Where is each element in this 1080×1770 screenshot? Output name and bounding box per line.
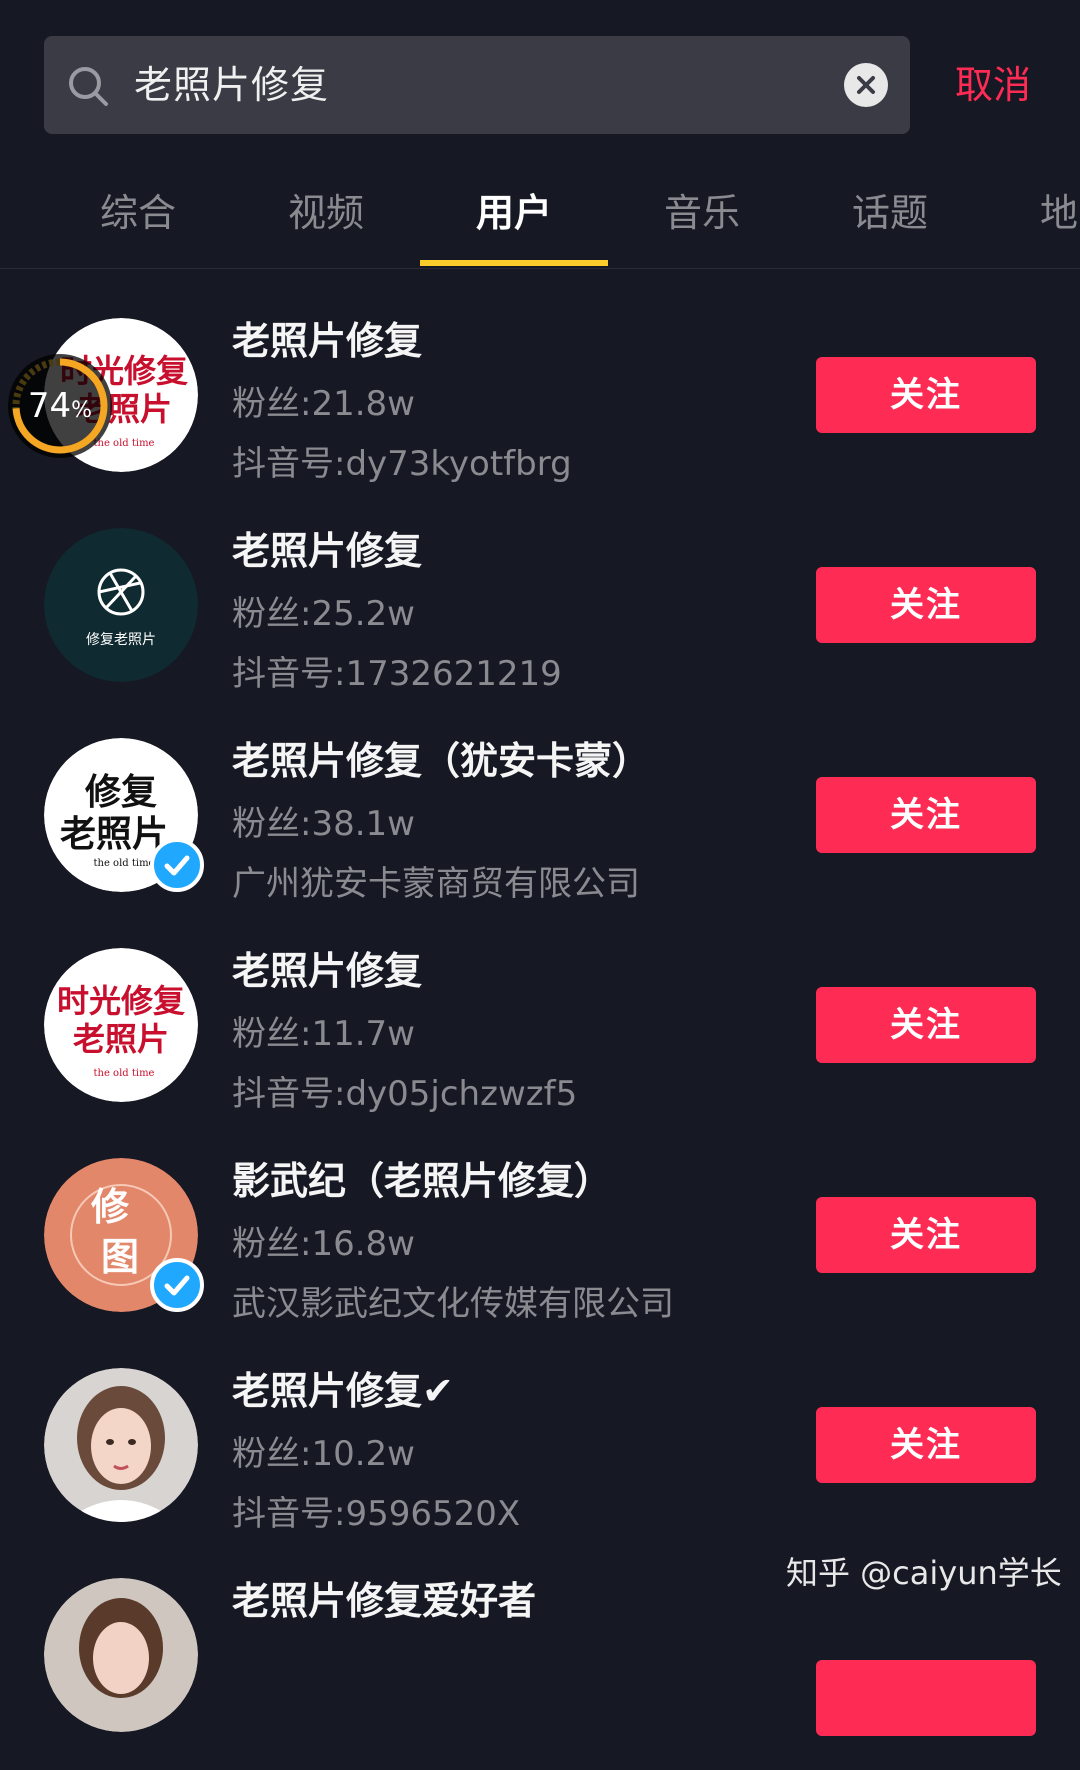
user-fans: 粉丝:38.1w bbox=[232, 804, 415, 844]
follow-button[interactable]: 关注 bbox=[816, 567, 1036, 643]
verified-badge-icon bbox=[150, 1258, 204, 1312]
progress-value: 74 bbox=[27, 386, 72, 426]
user-id: 抖音号:dy05jchzwzf5 bbox=[232, 1074, 578, 1114]
avatar-caption: the old time bbox=[94, 1068, 155, 1079]
user-fans: 粉丝:10.2w bbox=[232, 1434, 415, 1474]
user-company: 广州犹安卡蒙商贸有限公司 bbox=[232, 864, 640, 904]
avatar-text: 时光修复 bbox=[57, 982, 185, 1020]
tab-general[interactable]: 综合 bbox=[44, 168, 232, 268]
divider bbox=[0, 268, 1080, 269]
user-id: 抖音号:9596520X bbox=[232, 1494, 521, 1534]
follow-button[interactable]: 关注 bbox=[816, 987, 1036, 1063]
active-tab-indicator bbox=[420, 260, 608, 266]
tab-users[interactable]: 用户 bbox=[420, 168, 608, 268]
search-input[interactable]: 老照片修复 bbox=[134, 36, 329, 134]
progress-unit: % bbox=[71, 398, 93, 423]
user-name[interactable]: 老照片修复 bbox=[232, 940, 422, 995]
search-icon bbox=[66, 64, 110, 108]
user-name[interactable]: 老照片修复 bbox=[232, 310, 422, 365]
portrait-photo bbox=[44, 1578, 198, 1732]
user-fans: 粉丝:11.7w bbox=[232, 1014, 415, 1054]
tab-topics[interactable]: 话题 bbox=[796, 168, 984, 268]
follow-button[interactable] bbox=[816, 1660, 1036, 1736]
search-bar[interactable]: 老照片修复 bbox=[44, 36, 910, 134]
user-fans: 粉丝:21.8w bbox=[232, 384, 415, 424]
user-row[interactable]: 老照片修复✔ 粉丝:10.2w 抖音号:9596520X 关注 bbox=[0, 1350, 1080, 1560]
avatar[interactable] bbox=[44, 1578, 198, 1732]
follow-button[interactable]: 关注 bbox=[816, 1407, 1036, 1483]
user-row[interactable]: 修 图 影武纪（老照片修复） 粉丝:16.8w 武汉影武纪文化传媒有限公司 关注 bbox=[0, 1140, 1080, 1350]
avatar-text: 修复老照片 bbox=[86, 631, 156, 648]
watermark: 知乎 @caiyun学长 bbox=[786, 1554, 1062, 1592]
user-fans: 粉丝:25.2w bbox=[232, 594, 415, 634]
avatar-text: 图 bbox=[101, 1234, 139, 1279]
avatar-text: 老照片 bbox=[73, 1020, 169, 1058]
user-name[interactable]: 影武纪（老照片修复） bbox=[232, 1150, 612, 1205]
avatar-caption: the old time bbox=[94, 858, 155, 869]
user-row[interactable]: 修复老照片 老照片修复 粉丝:25.2w 抖音号:1732621219 关注 bbox=[0, 510, 1080, 720]
user-id: 抖音号:1732621219 bbox=[232, 654, 562, 694]
avatar-text: 修 bbox=[91, 1184, 130, 1229]
user-company: 武汉影武纪文化传媒有限公司 bbox=[232, 1284, 674, 1324]
user-row[interactable]: 时光修复 老照片 the old time 74% 老照片修复 粉丝:21.8w… bbox=[0, 300, 1080, 510]
tab-music[interactable]: 音乐 bbox=[608, 168, 796, 268]
verified-badge-icon bbox=[150, 838, 204, 892]
follow-button[interactable]: 关注 bbox=[816, 357, 1036, 433]
user-name[interactable]: 老照片修复爱好者 bbox=[232, 1570, 536, 1625]
user-name[interactable]: 老照片修复 bbox=[232, 520, 422, 575]
tab-location[interactable]: 地 bbox=[984, 168, 1080, 268]
follow-button[interactable]: 关注 bbox=[816, 777, 1036, 853]
user-id: 抖音号:dy73kyotfbrg bbox=[232, 444, 572, 484]
tab-bar: 综合 视频 用户 音乐 话题 地 bbox=[0, 168, 1080, 268]
user-row[interactable]: 修复 老照片 the old time 老照片修复（犹安卡蒙） 粉丝:38.1w… bbox=[0, 720, 1080, 930]
avatar[interactable] bbox=[44, 1368, 198, 1522]
clear-icon[interactable] bbox=[844, 63, 888, 107]
avatar-text: 老照片 bbox=[60, 813, 168, 855]
upload-progress: 74% bbox=[8, 354, 112, 458]
avatar[interactable]: 时光修复 老照片 the old time bbox=[44, 948, 198, 1102]
cancel-button[interactable]: 取消 bbox=[955, 36, 1031, 134]
follow-button[interactable]: 关注 bbox=[816, 1197, 1036, 1273]
user-name[interactable]: 老照片修复（犹安卡蒙） bbox=[232, 730, 650, 785]
portrait-photo bbox=[44, 1368, 198, 1522]
user-row[interactable]: 时光修复 老照片 the old time 老照片修复 粉丝:11.7w 抖音号… bbox=[0, 930, 1080, 1140]
user-name[interactable]: 老照片修复✔ bbox=[232, 1360, 454, 1415]
avatar-text: 修复 bbox=[85, 771, 157, 813]
user-fans: 粉丝:16.8w bbox=[232, 1224, 415, 1264]
tab-videos[interactable]: 视频 bbox=[232, 168, 420, 268]
avatar[interactable]: 修复老照片 bbox=[44, 528, 198, 682]
